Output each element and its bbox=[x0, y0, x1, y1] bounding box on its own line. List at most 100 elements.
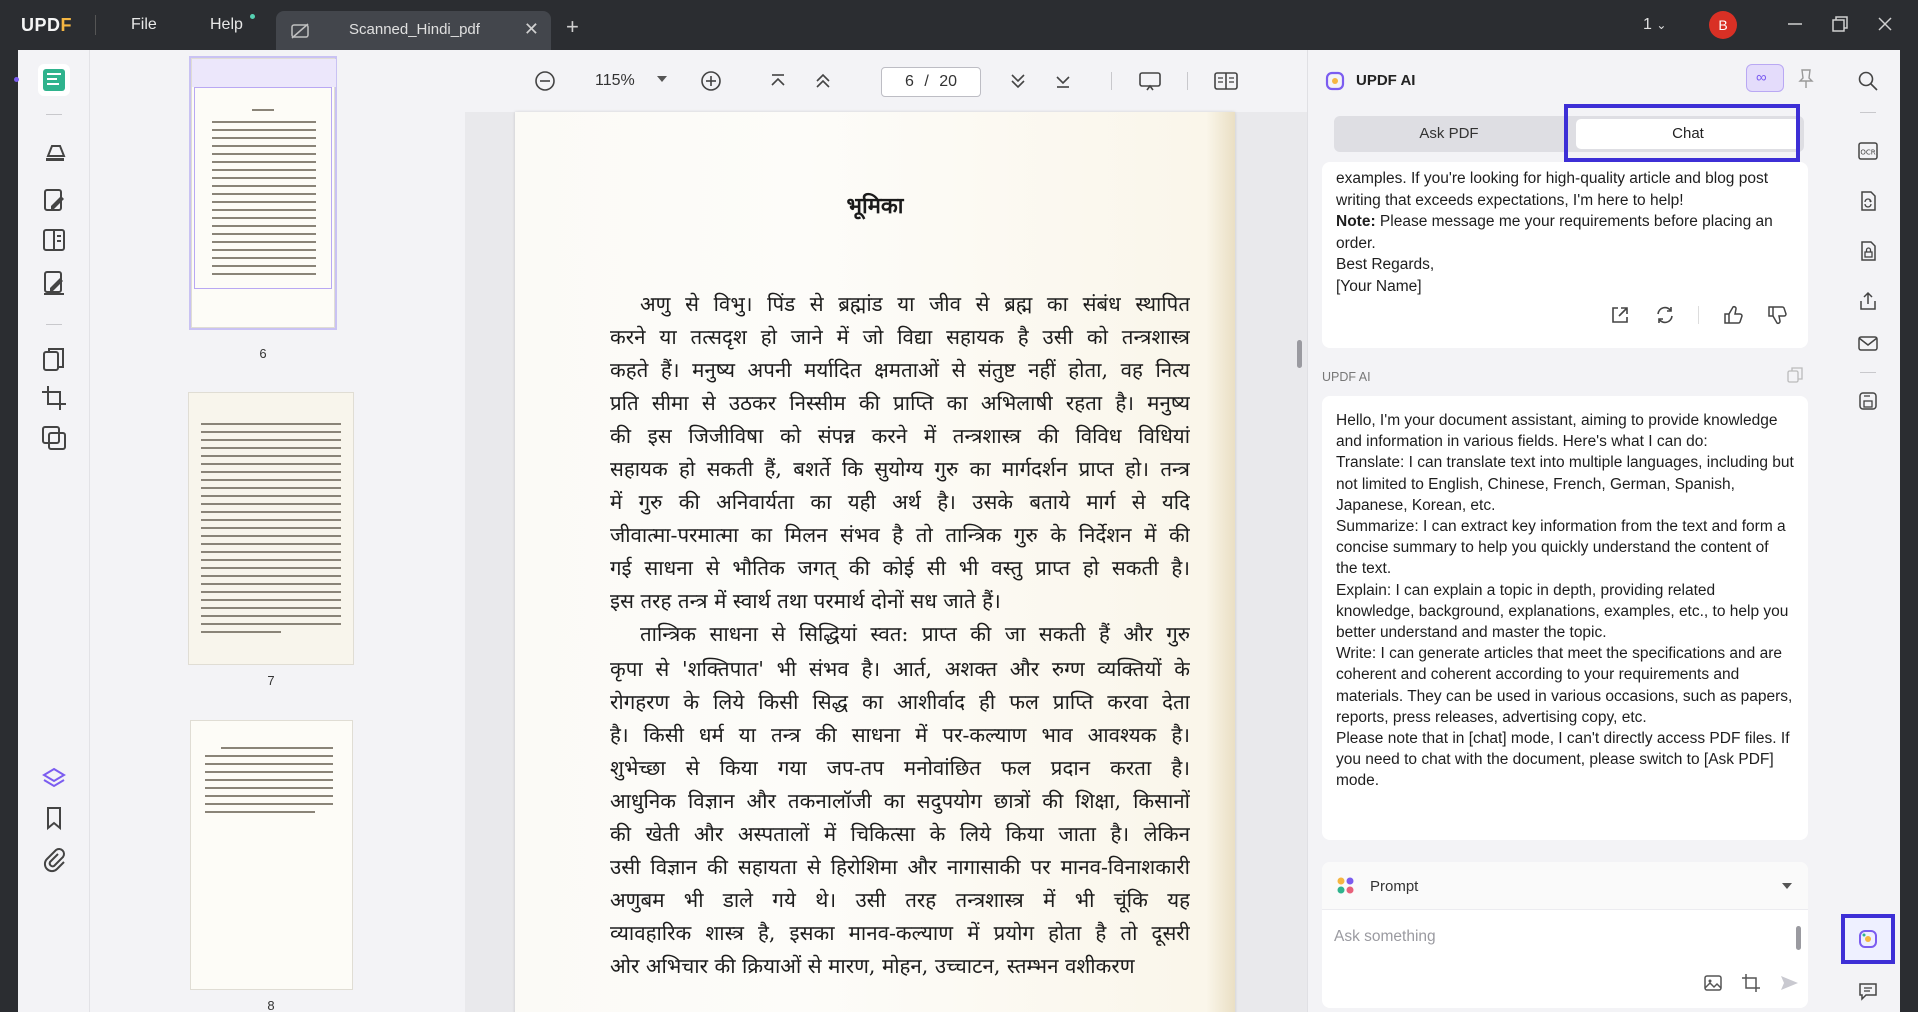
bookmark-button[interactable] bbox=[38, 802, 70, 834]
attachment-button[interactable] bbox=[38, 844, 70, 876]
page-text-line: है। किसी धर्म या तन्त्र की साधना में पर-… bbox=[610, 723, 1190, 747]
copy-icon[interactable] bbox=[1786, 366, 1804, 384]
chevron-down-icon[interactable] bbox=[657, 76, 667, 82]
page-text-line: गई साधना से भौतिक जगत् की कोई सी भी वस्त… bbox=[610, 556, 1190, 580]
first-page-icon[interactable] bbox=[765, 68, 791, 94]
thumbs-up-icon[interactable] bbox=[1722, 304, 1744, 326]
ai-message-card: Hello, I'm your document assistant, aimi… bbox=[1322, 396, 1808, 840]
ocr-icon: OCR bbox=[1858, 142, 1878, 160]
message-paragraph: Hello, I'm your document assistant, aimi… bbox=[1336, 412, 1778, 451]
layers-icon bbox=[42, 767, 66, 788]
help-menu[interactable]: Help bbox=[210, 16, 243, 34]
thumbnail-selection-bar bbox=[192, 59, 336, 87]
share-icon[interactable] bbox=[1609, 304, 1631, 326]
infinity-icon: ∞ bbox=[1756, 69, 1767, 86]
last-page-icon[interactable] bbox=[1050, 68, 1076, 94]
comment-tool-button[interactable] bbox=[38, 134, 70, 166]
regenerate-icon[interactable] bbox=[1654, 304, 1676, 326]
document-tab[interactable]: Scanned_Hindi_pdf ✕ bbox=[276, 11, 551, 50]
protect-button[interactable] bbox=[1857, 240, 1879, 262]
window-count[interactable]: 1 ⌄ bbox=[1643, 16, 1666, 34]
thumbnail-page[interactable] bbox=[189, 56, 337, 330]
divider bbox=[1111, 72, 1112, 90]
prompt-selector[interactable]: Prompt bbox=[1322, 862, 1808, 910]
page-text-line: कहते हैं। मनुष्य अपनी मर्यादित क्षमताओं … bbox=[610, 358, 1190, 382]
notification-dot bbox=[250, 14, 255, 19]
form-tool-button[interactable] bbox=[38, 224, 70, 256]
input-scrollbar[interactable] bbox=[1796, 926, 1801, 950]
pin-icon[interactable] bbox=[1798, 68, 1814, 90]
pdf-page[interactable]: भूमिका अणु से विभु। पिंड से ब्रह्मांड या… bbox=[515, 112, 1235, 1012]
page-text-line: आधुनिक विज्ञान और तकनालॉजी का सदुपयोग छा… bbox=[610, 789, 1190, 813]
zoom-in-icon[interactable] bbox=[698, 68, 724, 94]
thumbs-down-icon[interactable] bbox=[1766, 304, 1788, 326]
convert-tool-button[interactable] bbox=[38, 422, 70, 454]
share-icon bbox=[1860, 291, 1876, 310]
thumbnail-page[interactable] bbox=[190, 720, 353, 990]
zoom-out-icon[interactable] bbox=[532, 68, 558, 94]
thumbnail-panel: 6 7 8 bbox=[90, 50, 465, 1012]
page-text-line: जीवात्मा-परमात्मा का मिलन संभव है तो तान… bbox=[610, 523, 1190, 547]
send-icon[interactable] bbox=[1778, 972, 1800, 994]
document-viewer: 115% 6 / 20 भूमिका अणु से विभु। पिंड से … bbox=[465, 50, 1307, 1012]
search-button[interactable] bbox=[1857, 70, 1879, 92]
thumbnail-page-number: 7 bbox=[267, 673, 275, 688]
thumbnail-page[interactable] bbox=[188, 392, 354, 665]
comments-button[interactable] bbox=[1857, 980, 1879, 1002]
reader-mode-button[interactable] bbox=[38, 64, 70, 96]
ai-message-card: examples. If you're looking for high-qua… bbox=[1322, 162, 1808, 348]
prompt-icon bbox=[1337, 877, 1354, 894]
user-avatar[interactable]: B bbox=[1709, 11, 1737, 39]
screenshot-icon[interactable] bbox=[1740, 972, 1762, 994]
convert-button[interactable] bbox=[1857, 190, 1879, 212]
page-number-input[interactable]: 6 / 20 bbox=[881, 67, 981, 97]
minimize-icon[interactable] bbox=[1785, 14, 1805, 34]
previous-page-icon[interactable] bbox=[810, 68, 836, 94]
page-text-line: व्यावहारिक शास्त्र है, इसका मानव-कल्याण … bbox=[610, 921, 1190, 945]
zoom-level[interactable]: 115% bbox=[595, 72, 635, 90]
presentation-icon[interactable] bbox=[1137, 68, 1163, 94]
prompt-label: Prompt bbox=[1370, 878, 1419, 895]
page-heading: भूमिका bbox=[846, 193, 904, 219]
close-tab-icon[interactable]: ✕ bbox=[524, 19, 539, 40]
reader-icon bbox=[43, 69, 65, 91]
ocr-button[interactable]: OCR bbox=[1857, 140, 1879, 162]
updf-ai-button[interactable] bbox=[1841, 914, 1895, 964]
chevron-down-icon[interactable] bbox=[1782, 883, 1792, 889]
fill-sign-button[interactable] bbox=[38, 266, 70, 298]
tab-title: Scanned_Hindi_pdf bbox=[349, 21, 480, 38]
active-indicator bbox=[14, 77, 19, 82]
page-layout-icon[interactable] bbox=[1213, 68, 1239, 94]
paperclip-icon bbox=[43, 848, 65, 873]
ai-mode-toggle[interactable]: ∞ bbox=[1746, 64, 1784, 92]
message-paragraph: Summarize: I can extract key information… bbox=[1336, 518, 1786, 578]
updf-ai-logo-icon bbox=[1325, 71, 1345, 91]
close-window-icon[interactable] bbox=[1875, 14, 1895, 34]
page-text-line: ओर अभिचार की क्रियाओं से मारण, मोहन, उच्… bbox=[610, 954, 1135, 978]
image-upload-icon[interactable] bbox=[1702, 972, 1724, 994]
thumbnail-page-number: 8 bbox=[267, 998, 275, 1012]
organize-pages-button[interactable] bbox=[38, 344, 70, 376]
page-text-line: उसी विज्ञान की सहायता से हिरोशिमा और नाग… bbox=[610, 855, 1190, 879]
page-text-line: इस तरह तन्त्र में स्वार्थ तथा परमार्थ दो… bbox=[610, 589, 1001, 613]
edit-pdf-button[interactable] bbox=[38, 184, 70, 216]
crop-tool-button[interactable] bbox=[38, 382, 70, 414]
restore-icon[interactable] bbox=[1830, 14, 1850, 34]
next-page-icon[interactable] bbox=[1005, 68, 1031, 94]
edit-icon bbox=[44, 189, 64, 211]
highlighter-icon bbox=[46, 145, 66, 161]
save-button[interactable] bbox=[1857, 390, 1879, 412]
vertical-scrollbar[interactable] bbox=[1297, 340, 1302, 368]
divider bbox=[46, 324, 62, 325]
file-menu[interactable]: File bbox=[131, 16, 157, 34]
share-button[interactable] bbox=[1857, 290, 1879, 312]
add-tab-icon[interactable]: + bbox=[566, 14, 579, 40]
message-paragraph: Translate: I can translate text into mul… bbox=[1336, 454, 1794, 514]
page-text-line: अणु से विभु। पिंड से ब्रह्मांड या जीव से… bbox=[640, 292, 1190, 316]
lock-file-icon bbox=[1861, 241, 1876, 261]
tab-ask-pdf[interactable]: Ask PDF bbox=[1334, 116, 1564, 152]
ask-input[interactable] bbox=[1334, 922, 1774, 952]
layers-button[interactable] bbox=[38, 762, 70, 794]
email-button[interactable] bbox=[1857, 332, 1879, 354]
divider bbox=[1187, 72, 1188, 90]
